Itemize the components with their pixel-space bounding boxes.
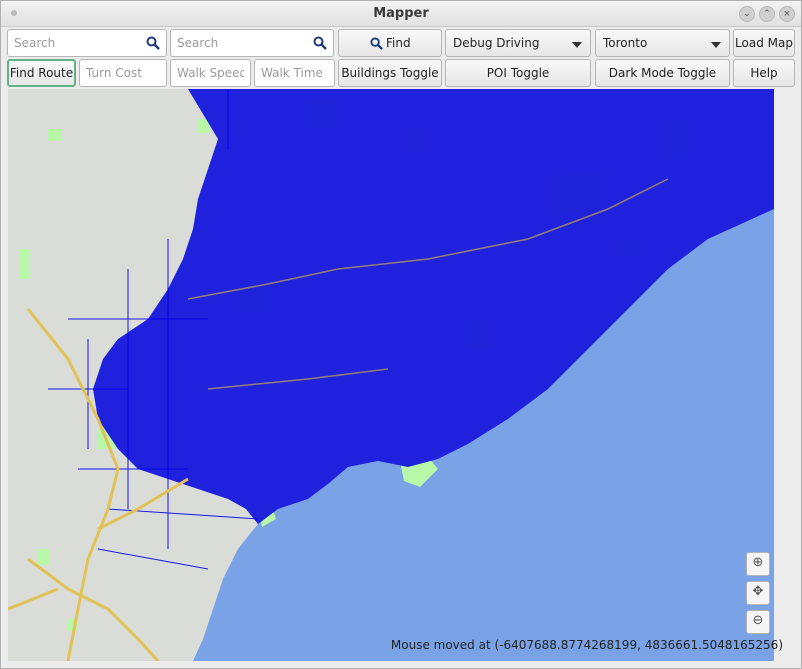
turn-cost-field[interactable] <box>79 59 167 87</box>
close-icon[interactable]: × <box>779 6 795 22</box>
map-canvas[interactable]: ⊕ ✥ ⊖ <box>8 89 774 661</box>
minimize-icon[interactable]: ⌄ <box>739 6 755 22</box>
search-input-from-text[interactable] <box>14 31 160 55</box>
city-select[interactable]: Toronto <box>595 29 730 57</box>
pan-button[interactable]: ✥ <box>746 581 770 605</box>
walk-speed-field[interactable] <box>170 59 251 87</box>
city-value: Toronto <box>603 36 648 50</box>
pan-icon: ✥ <box>752 584 764 599</box>
buildings-toggle-button[interactable]: Buildings Toggle <box>338 59 442 87</box>
find-route-button[interactable]: Find Route <box>7 59 76 87</box>
find-button[interactable]: Find <box>338 29 442 57</box>
search-icon[interactable] <box>313 36 327 50</box>
zoom-out-button[interactable]: ⊖ <box>746 610 770 634</box>
window-title: Mapper <box>373 6 429 21</box>
debug-mode-value: Debug Driving <box>453 36 540 50</box>
dark-mode-toggle-button[interactable]: Dark Mode Toggle <box>595 59 730 87</box>
help-button[interactable]: Help <box>733 59 795 87</box>
search-input-to-text[interactable] <box>177 31 327 55</box>
mapper-window: Mapper ⌄ ⌃ × Find Debug Driving Toronto … <box>0 0 802 669</box>
turn-cost-input[interactable] <box>86 61 160 85</box>
search-input-to[interactable] <box>170 29 334 57</box>
search-input-from[interactable] <box>7 29 167 57</box>
poi-toggle-button[interactable]: POI Toggle <box>445 59 591 87</box>
title-bar: Mapper ⌄ ⌃ × <box>1 1 801 27</box>
search-icon[interactable] <box>146 36 160 50</box>
walk-speed-input[interactable] <box>177 61 244 85</box>
find-label: Find <box>386 36 411 50</box>
maximize-icon[interactable]: ⌃ <box>759 6 775 22</box>
zoom-out-icon: ⊖ <box>752 613 764 628</box>
mouse-coordinates-status: Mouse moved at (-6407688.8774268199, 483… <box>390 638 783 652</box>
walk-time-input[interactable] <box>261 61 328 85</box>
load-map-button[interactable]: Load Map <box>733 29 795 57</box>
walk-time-field[interactable] <box>254 59 335 87</box>
map-drawing <box>8 89 774 661</box>
zoom-in-icon: ⊕ <box>752 555 764 570</box>
zoom-in-button[interactable]: ⊕ <box>746 552 770 576</box>
chevron-down-icon <box>711 42 721 48</box>
search-icon <box>370 37 383 50</box>
chevron-down-icon <box>572 42 582 48</box>
debug-mode-select[interactable]: Debug Driving <box>445 29 591 57</box>
